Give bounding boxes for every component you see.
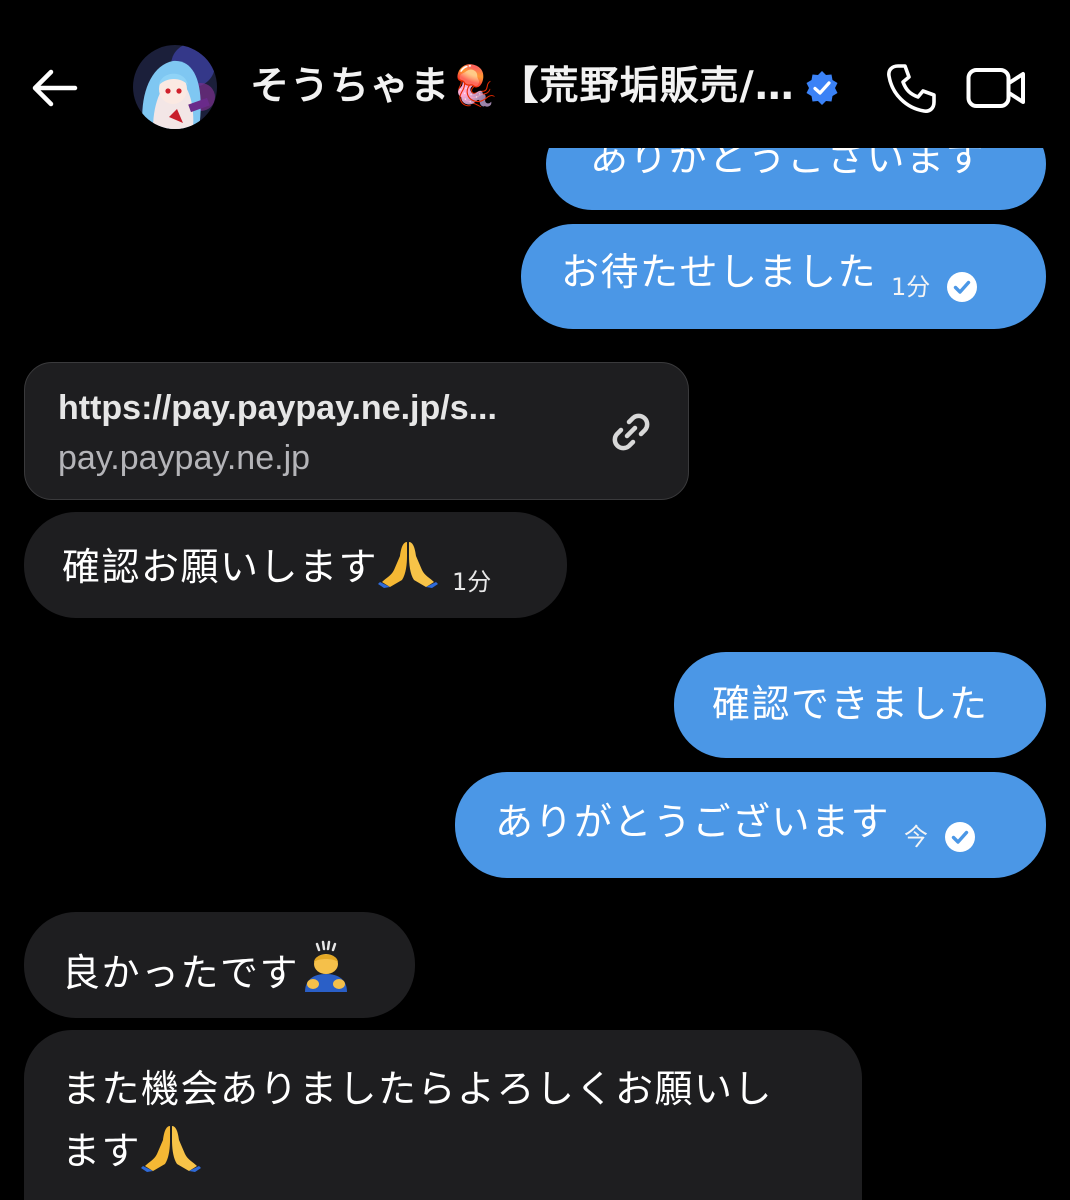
video-call-button[interactable] [966,66,1026,110]
avatar-image [133,45,217,129]
folded-hands-emoji [141,1126,202,1172]
message-text-line: ます [62,1120,832,1182]
video-camera-icon [966,68,1025,108]
message-outgoing[interactable]: ありがとうございます今 [455,772,1046,878]
message-text: お待たせしました [561,250,878,294]
message-text: 確認お願いします [62,545,379,589]
phone-icon [887,64,936,113]
link-preview-card[interactable]: https://pay.paypay.ne.jp/s... pay.paypay… [24,362,689,500]
message-time: 1分 [891,273,931,301]
message-outgoing[interactable]: 確認できました [674,652,1046,758]
verified-badge-icon [806,71,838,105]
folded-hands-emoji [378,542,439,588]
message-incoming[interactable]: 確認お願いします 1分 [24,512,567,618]
link-icon[interactable] [605,406,657,458]
back-arrow-icon [32,69,78,107]
message-incoming[interactable]: 良かったです [24,912,415,1018]
message-time: 1分 [452,568,492,596]
message-text: 良かったです [62,951,300,995]
link-url[interactable]: https://pay.paypay.ne.jp/s... [58,385,578,431]
message-text-line: また機会ありましたらよろしくお願いし [62,1067,774,1111]
avatar[interactable] [133,45,217,129]
message-meta: 今 [904,811,976,863]
message-outgoing[interactable]: お待たせしました 1分 [521,224,1046,329]
message-text: 確認できました [712,682,989,726]
message-meta: 1分 [891,261,978,313]
chat-header: そうちゃま🪼【荒野垢販売/… [0,0,1070,148]
back-button[interactable] [26,62,82,114]
voice-call-button[interactable] [884,62,938,116]
message-incoming[interactable]: また機会ありましたらよろしくお願いし ます [24,1030,862,1200]
read-check-icon [947,272,978,302]
message-time: 今 [904,823,929,851]
message-text: ありがとうございます [495,800,891,844]
contact-name[interactable]: そうちゃま🪼【荒野垢販売/… [250,62,810,112]
bowing-person-emoji [305,940,348,992]
message-thread: ありがとうございます お待たせしました 1分 https://pay.paypay… [0,0,1070,1200]
link-domain: pay.paypay.ne.jp [58,439,311,477]
read-check-icon [945,822,976,852]
